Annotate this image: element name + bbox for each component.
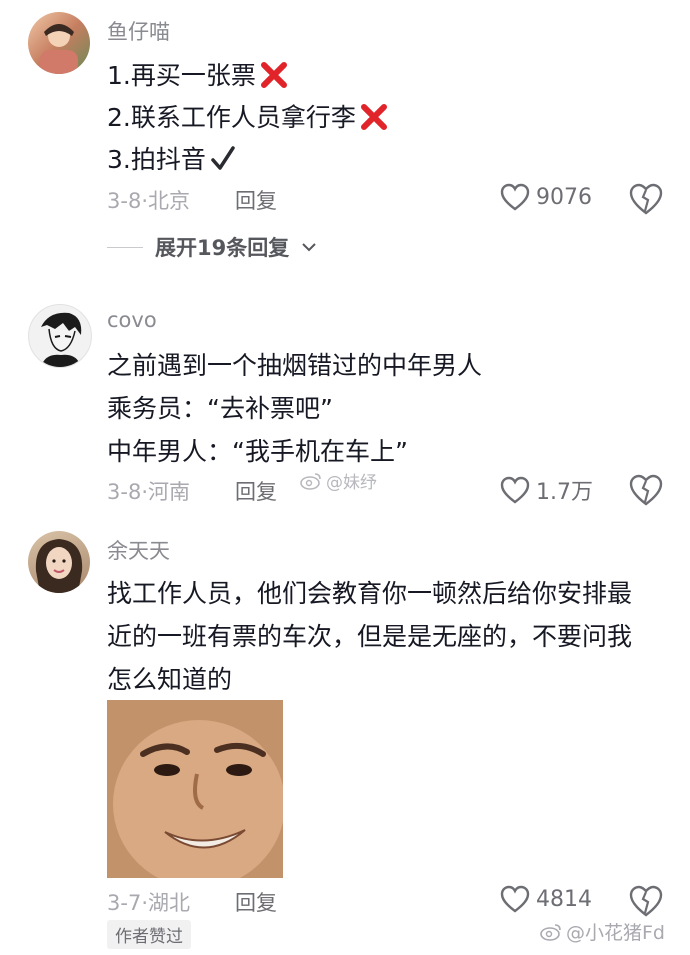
username[interactable]: covo xyxy=(107,308,157,332)
username[interactable]: 余天天 xyxy=(107,535,170,565)
like-button[interactable]: 1.7万 xyxy=(500,474,593,506)
avatar[interactable] xyxy=(28,531,90,593)
like-button[interactable]: 9076 xyxy=(500,183,592,211)
like-count: 1.7万 xyxy=(536,480,593,505)
comment-location: 河南 xyxy=(148,480,190,504)
weibo-icon xyxy=(540,923,561,941)
heart-icon xyxy=(500,476,530,504)
comment-text: 中年男人：“我手机在车上” xyxy=(107,437,408,466)
avatar[interactable] xyxy=(28,304,92,368)
reply-button[interactable]: 回复 xyxy=(235,476,277,506)
weibo-watermark-corner: @小花猪Fd xyxy=(540,918,665,945)
comment-text: 乘务员：“去补票吧” xyxy=(107,394,333,423)
avatar[interactable] xyxy=(28,12,90,74)
weibo-icon xyxy=(300,472,321,490)
comment-text: 近的一班有票的车次，但是是无座的，不要问我 xyxy=(107,622,633,651)
expand-replies-button[interactable]: 展开19条回复 xyxy=(107,232,317,262)
reply-button[interactable]: 回复 xyxy=(235,887,277,917)
like-count: 9076 xyxy=(536,184,592,210)
comment-text-line: 3.拍抖音 xyxy=(107,140,236,176)
heart-icon xyxy=(500,885,530,913)
broken-heart-icon[interactable] xyxy=(628,472,664,508)
comment-text: 2.联系工作人员拿行李 xyxy=(107,103,356,132)
comment-text-line: 2.联系工作人员拿行李 xyxy=(107,98,388,134)
meme-image[interactable] xyxy=(107,700,283,878)
comment-meta: 3-8·北京 xyxy=(107,185,190,215)
comment-text-line: 1.再买一张票 xyxy=(107,56,288,92)
heart-icon xyxy=(500,183,530,211)
comment-date: 3-8 xyxy=(107,480,142,504)
comment-date: 3-7 xyxy=(107,891,142,915)
comment-text: 3.拍抖音 xyxy=(107,145,206,174)
weibo-watermark: @妹纾 xyxy=(300,468,377,493)
reply-button[interactable]: 回复 xyxy=(235,185,277,215)
watermark-text: @小花猪Fd xyxy=(566,922,665,944)
username[interactable]: 鱼仔喵 xyxy=(107,16,170,46)
broken-heart-icon[interactable] xyxy=(628,181,664,217)
red-x-icon xyxy=(360,104,387,130)
expand-replies-label: 展开19条回复 xyxy=(155,236,290,260)
meta-separator: · xyxy=(141,189,148,213)
comment-location: 北京 xyxy=(148,189,190,213)
broken-heart-icon[interactable] xyxy=(628,883,664,919)
comment-text: 1.再买一张票 xyxy=(107,61,256,90)
like-count: 4814 xyxy=(536,886,592,912)
comment-meta: 3-8·河南 xyxy=(107,476,190,506)
comment-text: 找工作人员，他们会教育你一顿然后给你安排最 xyxy=(107,579,633,608)
meta-separator: · xyxy=(141,480,148,504)
comment-location: 湖北 xyxy=(148,891,190,915)
comment-text: 怎么知道的 xyxy=(107,665,233,694)
watermark-text: @妹纾 xyxy=(326,473,377,493)
comment-date: 3-8 xyxy=(107,189,142,213)
like-button[interactable]: 4814 xyxy=(500,885,592,913)
chevron-down-icon xyxy=(302,243,316,252)
comment-meta: 3-7·湖北 xyxy=(107,887,190,917)
checkmark-icon xyxy=(211,146,235,170)
divider xyxy=(107,246,143,248)
red-x-icon xyxy=(260,62,287,88)
author-liked-badge: 作者赞过 xyxy=(107,920,191,949)
comment-text: 之前遇到一个抽烟错过的中年男人 xyxy=(107,351,483,380)
meta-separator: · xyxy=(141,891,148,915)
